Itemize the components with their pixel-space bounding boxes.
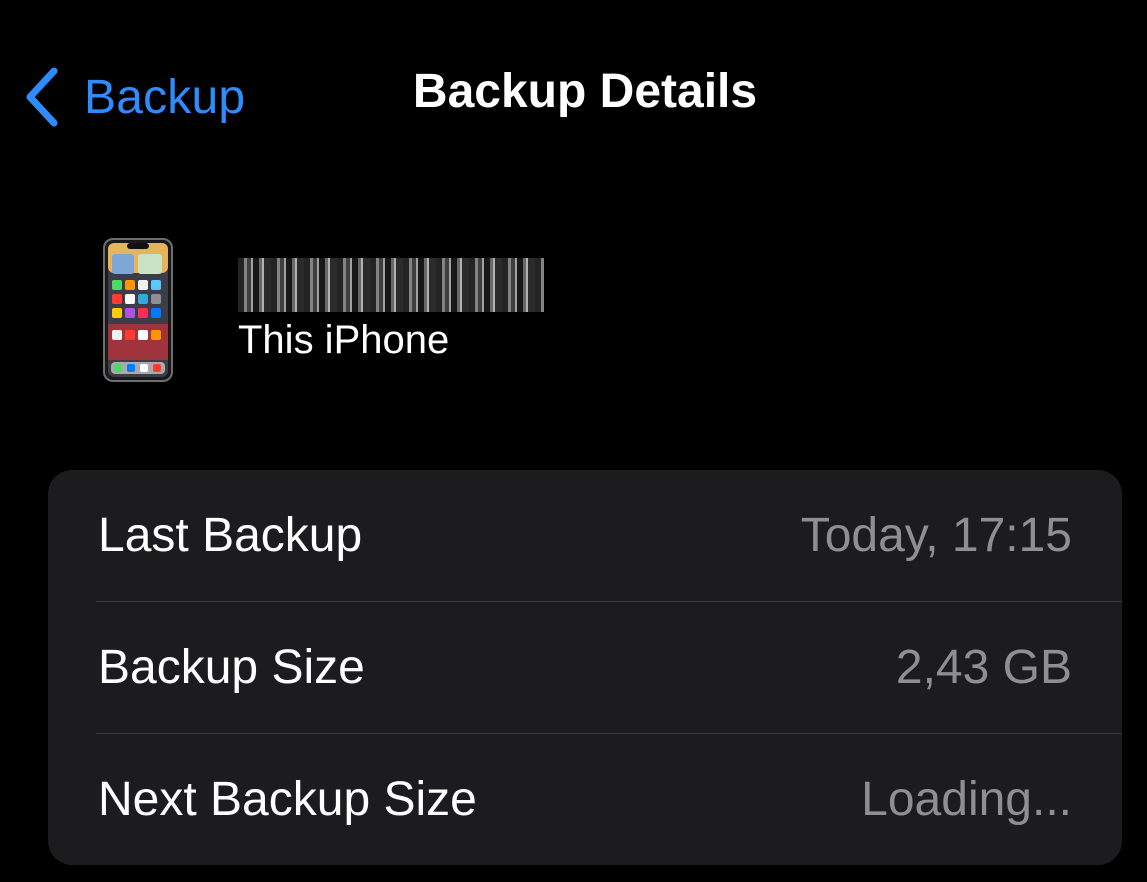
next-backup-size-row: Next Backup Size Loading... (48, 734, 1122, 865)
backup-details-screen: Backup Backup Details This iPhone Last B… (0, 0, 1147, 882)
next-backup-size-label: Next Backup Size (98, 773, 477, 826)
last-backup-row: Last Backup Today, 17:15 (48, 470, 1122, 601)
backup-size-value: 2,43 GB (895, 641, 1072, 694)
backup-size-row: Backup Size 2,43 GB (48, 602, 1122, 733)
backup-size-label: Backup Size (98, 641, 365, 694)
last-backup-value: Today, 17:15 (800, 509, 1072, 562)
backup-info-group: Last Backup Today, 17:15 Backup Size 2,4… (48, 470, 1122, 865)
iphone-icon (103, 238, 173, 382)
device-subtitle: This iPhone (238, 318, 450, 362)
page-title: Backup Details (412, 65, 758, 118)
last-backup-label: Last Backup (98, 509, 363, 562)
next-backup-size-value: Loading... (861, 773, 1072, 826)
device-name-redacted (238, 258, 544, 312)
